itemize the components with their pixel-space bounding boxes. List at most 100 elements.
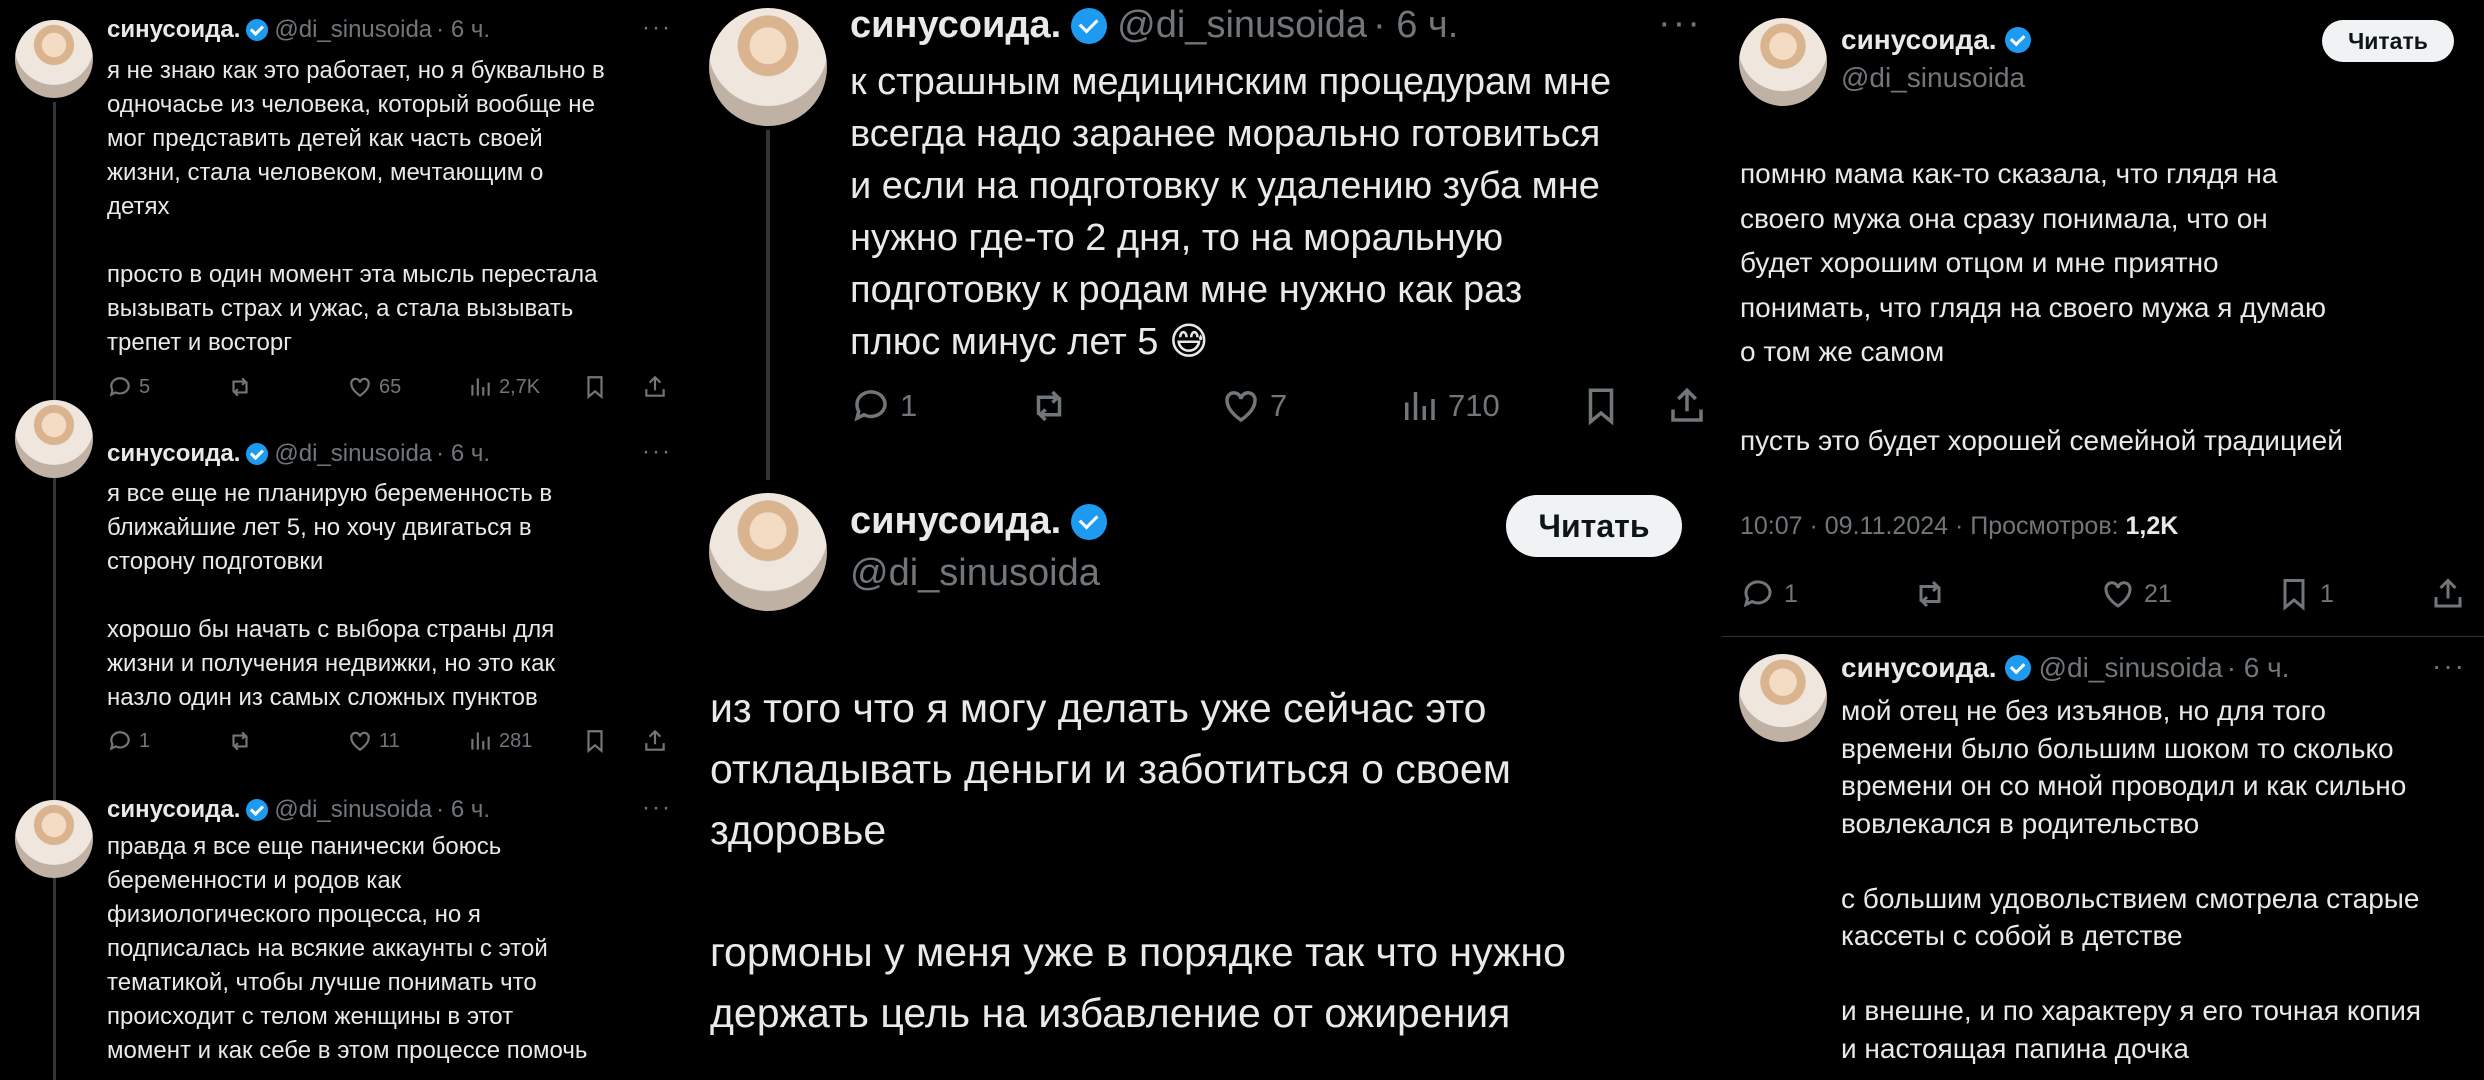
verified-icon: [2004, 27, 2031, 53]
user-handle[interactable]: @di_sinusoida: [274, 440, 432, 468]
share-icon: [1671, 387, 1703, 422]
more-icon[interactable]: ···: [642, 438, 672, 466]
avatar[interactable]: [15, 800, 93, 878]
tweet-header: синусоида.: [1841, 24, 2039, 56]
like-button[interactable]: 21: [2100, 576, 2172, 612]
user-handle[interactable]: @di_sinusoida: [274, 16, 432, 44]
tweet-text: из того что я могу делать уже сейчас это…: [710, 685, 1566, 1036]
tweet-header: синусоида. @di_sinusoida · 6 ч.: [107, 796, 490, 824]
views-button[interactable]: 710: [1398, 385, 1500, 427]
like-button[interactable]: 11: [347, 728, 400, 754]
tweet-header: синусоида. @di_sinusoida · 6 ч.: [107, 16, 490, 44]
share-button[interactable]: [1666, 385, 1708, 427]
tweet-header: синусоида.: [850, 500, 1117, 543]
user-handle[interactable]: @di_sinusoida: [274, 796, 432, 824]
tweet-header: синусоида. @di_sinusoida · 6 ч.: [107, 440, 490, 468]
bookmark-button[interactable]: 1: [2276, 576, 2334, 612]
share-button[interactable]: [2430, 576, 2466, 612]
user-handle[interactable]: @di_sinusoida: [1841, 62, 2025, 94]
tweet-time[interactable]: · 6 ч.: [436, 796, 490, 824]
tweet-header: синусоида. @di_sinusoida · 6 ч.: [1841, 652, 2290, 684]
bookmark-icon: [1588, 388, 1614, 426]
like-button[interactable]: 7: [1220, 385, 1287, 427]
avatar[interactable]: [15, 400, 93, 478]
reply-button[interactable]: 1: [1740, 576, 1798, 612]
like-icon: [2104, 581, 2132, 608]
more-icon[interactable]: ···: [642, 794, 672, 822]
bookmark-button[interactable]: [1580, 385, 1622, 427]
bookmark-button[interactable]: [582, 728, 608, 754]
tweet-time[interactable]: · 6 ч.: [436, 440, 490, 468]
like-icon: [350, 377, 370, 397]
tweet-text: я все еще не планирую беременность в бли…: [107, 480, 555, 711]
follow-button[interactable]: Читать: [1506, 495, 1682, 557]
verified-icon: [246, 799, 269, 821]
panel-thread-right: синусоида. @di_sinusoida Читать помню ма…: [1722, 0, 2484, 1080]
verified-icon: [1071, 7, 1108, 44]
tweet-time[interactable]: · 6 ч.: [1373, 4, 1458, 47]
retweet-button[interactable]: [1028, 385, 1070, 427]
more-icon[interactable]: ···: [2432, 650, 2466, 682]
user-handle[interactable]: @di_sinusoida: [850, 552, 1100, 595]
reply-icon: [109, 731, 130, 751]
views-button[interactable]: 281: [467, 728, 532, 754]
like-icon: [1225, 391, 1257, 423]
share-button[interactable]: [642, 374, 668, 400]
reply-button[interactable]: 1: [850, 385, 917, 427]
avatar[interactable]: [15, 20, 93, 98]
reply-count: 1: [900, 388, 918, 423]
user-name[interactable]: синусоида.: [107, 16, 240, 44]
bookmark-count: 1: [2320, 579, 2334, 608]
thread-line: [766, 130, 770, 480]
views-icon: [1405, 392, 1435, 420]
tweet-text: я не знаю как это работает, но я букваль…: [107, 57, 605, 356]
share-icon: [645, 375, 665, 397]
like-icon: [350, 731, 370, 751]
user-handle[interactable]: @di_sinusoida: [2039, 652, 2223, 684]
like-count: 11: [379, 729, 400, 752]
retweet-icon: [1036, 390, 1062, 422]
views-icon: [471, 378, 490, 396]
reply-count: 1: [139, 729, 151, 752]
thread-line: [53, 478, 56, 800]
user-name[interactable]: синусоида.: [1841, 652, 1997, 684]
avatar[interactable]: [709, 8, 827, 126]
tweet-text: правда я все еще панически боюсь беремен…: [107, 833, 588, 1064]
share-icon: [2434, 578, 2462, 608]
views-button[interactable]: 2,7K: [467, 374, 540, 400]
more-icon[interactable]: ···: [1658, 2, 1702, 45]
retweet-button[interactable]: [1912, 576, 1948, 612]
user-name[interactable]: синусоида.: [107, 440, 240, 468]
retweet-button[interactable]: [227, 728, 253, 754]
retweet-button[interactable]: [227, 374, 253, 400]
follow-button[interactable]: Читать: [2322, 20, 2454, 62]
bookmark-button[interactable]: [582, 374, 608, 400]
tweet-text: помню мама как-то сказала, что глядя на …: [1740, 158, 2343, 456]
user-name[interactable]: синусоида.: [850, 4, 1061, 47]
avatar[interactable]: [1739, 654, 1827, 742]
tweet-actions: 1 7 710: [850, 382, 1710, 430]
more-icon[interactable]: ···: [642, 14, 672, 42]
thread-line: [53, 845, 56, 1080]
user-name[interactable]: синусоида.: [850, 500, 1061, 543]
views-icon: [471, 732, 490, 750]
bookmark-icon: [587, 376, 603, 400]
avatar[interactable]: [1739, 18, 1827, 106]
user-name[interactable]: синусоида.: [107, 796, 240, 824]
reply-button[interactable]: 1: [107, 728, 150, 754]
like-button[interactable]: 65: [347, 374, 401, 400]
tweet-time[interactable]: · 6 ч.: [2227, 652, 2290, 684]
tweet-timestamp[interactable]: 10:07 · 09.11.2024 · Просмотров:: [1740, 512, 2126, 540]
avatar[interactable]: [709, 493, 827, 611]
reply-button[interactable]: 5: [107, 374, 150, 400]
tweet-time[interactable]: · 6 ч.: [436, 16, 490, 44]
reply-count: 1: [1784, 579, 1798, 608]
user-handle[interactable]: @di_sinusoida: [1117, 4, 1367, 47]
retweet-icon: [232, 731, 248, 751]
share-button[interactable]: [642, 728, 668, 754]
views-count: 1,2K: [2125, 512, 2179, 540]
verified-icon: [1071, 503, 1108, 540]
user-name[interactable]: синусоида.: [1841, 24, 1997, 56]
tweet-meta: 10:07 · 09.11.2024 · Просмотров: 1,2K: [1740, 512, 2178, 541]
reply-count: 5: [139, 375, 151, 398]
